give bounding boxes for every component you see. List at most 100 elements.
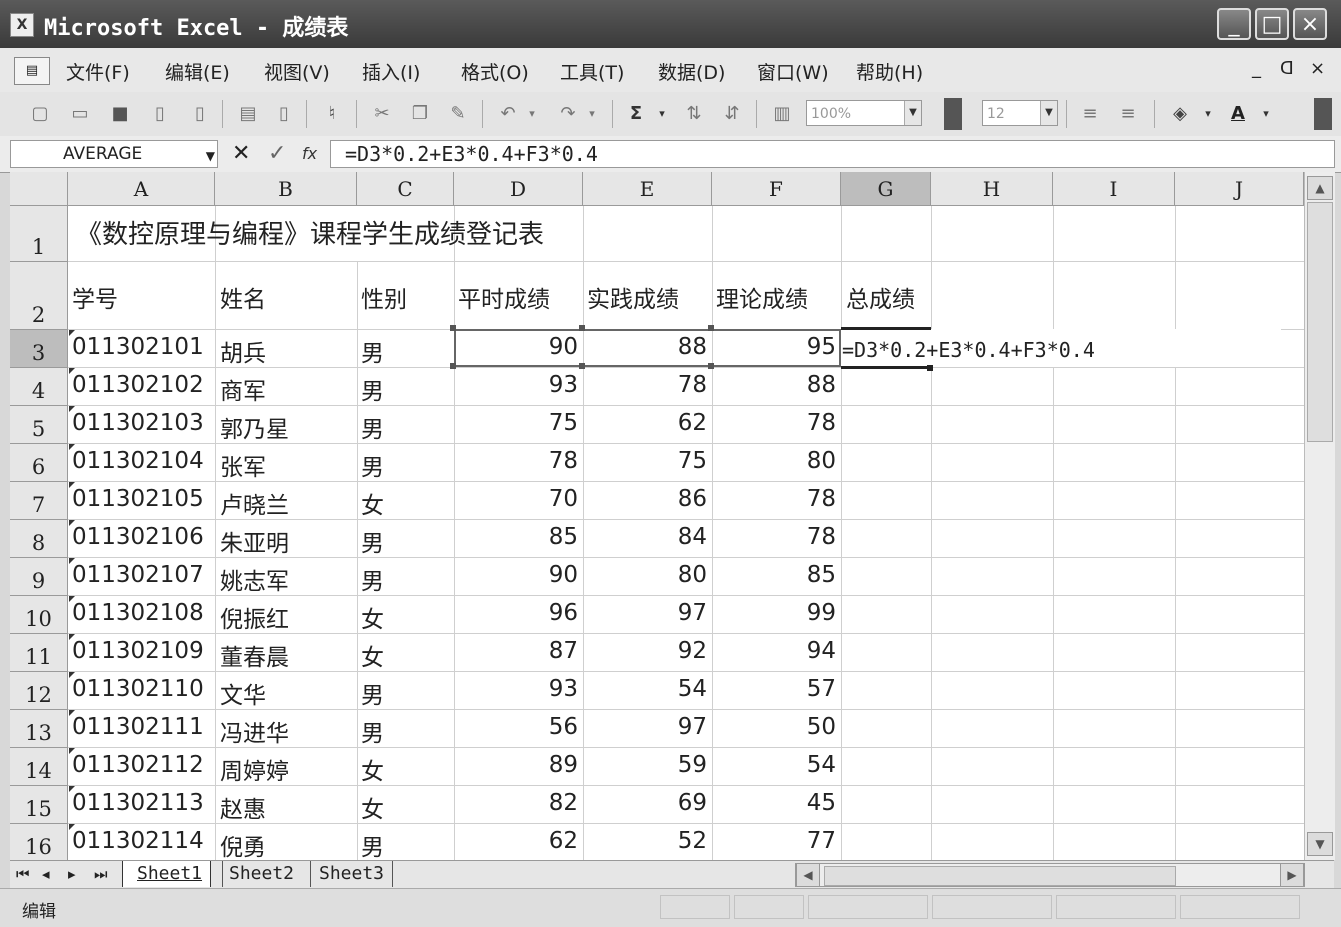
cell-practice[interactable]: 92 [592, 638, 707, 664]
maximize-button[interactable]: □ [1255, 8, 1289, 40]
cell-regular[interactable]: 93 [463, 372, 578, 398]
menu-file[interactable]: 文件(F) [66, 58, 130, 85]
sheet-title-cell[interactable]: 《数控原理与编程》课程学生成绩登记表 [76, 214, 544, 251]
undo-dropdown-icon[interactable]: ▾ [520, 102, 544, 126]
row-header-6[interactable]: 6 [10, 444, 68, 482]
cell-practice[interactable]: 78 [592, 372, 707, 398]
cell-theory[interactable]: 78 [721, 524, 836, 550]
cell-gender[interactable]: 男 [361, 334, 384, 368]
toolbar-options-icon[interactable] [1314, 98, 1332, 130]
excel-app-icon[interactable]: X [10, 13, 34, 37]
row-header-8[interactable]: 8 [10, 520, 68, 558]
cell-regular[interactable]: 75 [463, 410, 578, 436]
row-header-13[interactable]: 13 [10, 710, 68, 748]
row-header-5[interactable]: 5 [10, 406, 68, 444]
cell-theory[interactable]: 85 [721, 562, 836, 588]
cell-name[interactable]: 胡兵 [220, 334, 266, 368]
cell-regular[interactable]: 82 [463, 790, 578, 816]
row-header-3[interactable]: 3 [10, 330, 68, 368]
cell-practice[interactable]: 97 [592, 600, 707, 626]
active-cell-g3[interactable]: =D3*0.2+E3*0.4+F3*0.4 [842, 338, 1095, 362]
vertical-scrollbar[interactable]: ▲ ▼ [1304, 172, 1335, 860]
column-header-i[interactable]: I [1053, 172, 1175, 206]
enter-icon[interactable]: ✓ [268, 142, 286, 166]
copy-icon[interactable]: ❐ [408, 102, 432, 126]
cell-theory[interactable]: 94 [721, 638, 836, 664]
cell-name[interactable]: 姚志军 [220, 562, 289, 596]
insert-function-icon[interactable]: fx [302, 142, 317, 166]
cell-gender[interactable]: 女 [361, 600, 384, 634]
column-header-b[interactable]: B [215, 172, 357, 206]
tab-sheet3[interactable]: Sheet3 [310, 861, 394, 887]
format-painter-icon[interactable]: ✎ [446, 102, 470, 126]
row-header-4[interactable]: 4 [10, 368, 68, 406]
menu-view[interactable]: 视图(V) [264, 58, 330, 85]
spelling-icon[interactable]: ♮ [320, 102, 344, 126]
select-all-corner[interactable] [10, 172, 68, 206]
align-center-icon[interactable]: ≡ [1116, 102, 1140, 126]
cell-id[interactable]: 011302103 [72, 410, 204, 436]
cell-name[interactable]: 倪勇 [220, 828, 266, 860]
cell-regular[interactable]: 89 [463, 752, 578, 778]
cell-regular[interactable]: 78 [463, 448, 578, 474]
cell-name[interactable]: 商军 [220, 372, 266, 406]
row-header-7[interactable]: 7 [10, 482, 68, 520]
row-header-16[interactable]: 16 [10, 824, 68, 860]
print-icon[interactable]: ▤ [236, 102, 260, 126]
cell-name[interactable]: 文华 [220, 676, 266, 710]
chevron-down-icon[interactable]: ▼ [206, 143, 215, 169]
tab-sheet2[interactable]: Sheet2 [222, 861, 300, 887]
cell-id[interactable]: 011302105 [72, 486, 204, 512]
chevron-down-icon[interactable]: ▼ [1040, 101, 1057, 125]
autosum-dropdown-icon[interactable]: ▾ [650, 102, 674, 126]
cell-gender[interactable]: 女 [361, 486, 384, 520]
cell-regular[interactable]: 90 [463, 562, 578, 588]
range-handle[interactable] [579, 325, 585, 331]
cancel-icon[interactable]: ✕ [232, 142, 250, 166]
column-header-d[interactable]: D [454, 172, 583, 206]
scroll-up-icon[interactable]: ▲ [1307, 176, 1333, 200]
cell-theory[interactable]: 45 [721, 790, 836, 816]
row-header-2[interactable]: 2 [10, 262, 68, 330]
formula-input[interactable]: =D3*0.2+E3*0.4+F3*0.4 [330, 140, 1335, 168]
align-left-icon[interactable]: ≡ [1078, 102, 1102, 126]
cell-theory[interactable]: 77 [721, 828, 836, 854]
menu-data[interactable]: 数据(D) [658, 58, 725, 85]
cell-gender[interactable]: 男 [361, 676, 384, 710]
menu-format[interactable]: 格式(O) [461, 58, 529, 85]
next-sheet-icon[interactable]: ▸ [68, 863, 76, 885]
cell-gender[interactable]: 女 [361, 790, 384, 824]
cell-name[interactable]: 冯进华 [220, 714, 289, 748]
workbook-icon[interactable]: ▤ [14, 57, 50, 85]
row-header-10[interactable]: 10 [10, 596, 68, 634]
doc-restore-button[interactable]: ᗡ [1280, 58, 1294, 79]
cell-id[interactable]: 011302102 [72, 372, 204, 398]
horizontal-scrollbar[interactable]: ◀ ▶ [795, 863, 1305, 887]
cell-practice[interactable]: 62 [592, 410, 707, 436]
column-header-c[interactable]: C [357, 172, 454, 206]
zoom-combo[interactable]: 100% ▼ [806, 100, 922, 126]
undo-icon[interactable]: ↶ [496, 102, 520, 126]
cell-gender[interactable]: 男 [361, 714, 384, 748]
cell-name[interactable]: 赵惠 [220, 790, 266, 824]
cell-id[interactable]: 011302111 [72, 714, 204, 740]
sort-ascending-icon[interactable]: ⇅ [682, 102, 706, 126]
menu-edit[interactable]: 编辑(E) [165, 58, 230, 85]
cell-theory[interactable]: 78 [721, 486, 836, 512]
cell-practice[interactable]: 54 [592, 676, 707, 702]
prev-sheet-icon[interactable]: ◂ [42, 863, 50, 885]
name-box[interactable]: AVERAGE ▼ [10, 140, 218, 168]
cell-theory[interactable]: 99 [721, 600, 836, 626]
scroll-left-icon[interactable]: ◀ [796, 863, 820, 887]
header-cell-name[interactable]: 姓名 [220, 280, 266, 314]
range-handle[interactable] [708, 325, 714, 331]
email-icon[interactable]: ▯ [188, 102, 212, 126]
cell-regular[interactable]: 70 [463, 486, 578, 512]
cell-theory[interactable]: 57 [721, 676, 836, 702]
cell-gender[interactable]: 男 [361, 562, 384, 596]
horizontal-scroll-thumb[interactable] [824, 866, 1176, 886]
cell-id[interactable]: 011302109 [72, 638, 204, 664]
autosum-icon[interactable]: Σ [624, 102, 648, 126]
cell-gender[interactable]: 女 [361, 752, 384, 786]
cell-name[interactable]: 董春晨 [220, 638, 289, 672]
